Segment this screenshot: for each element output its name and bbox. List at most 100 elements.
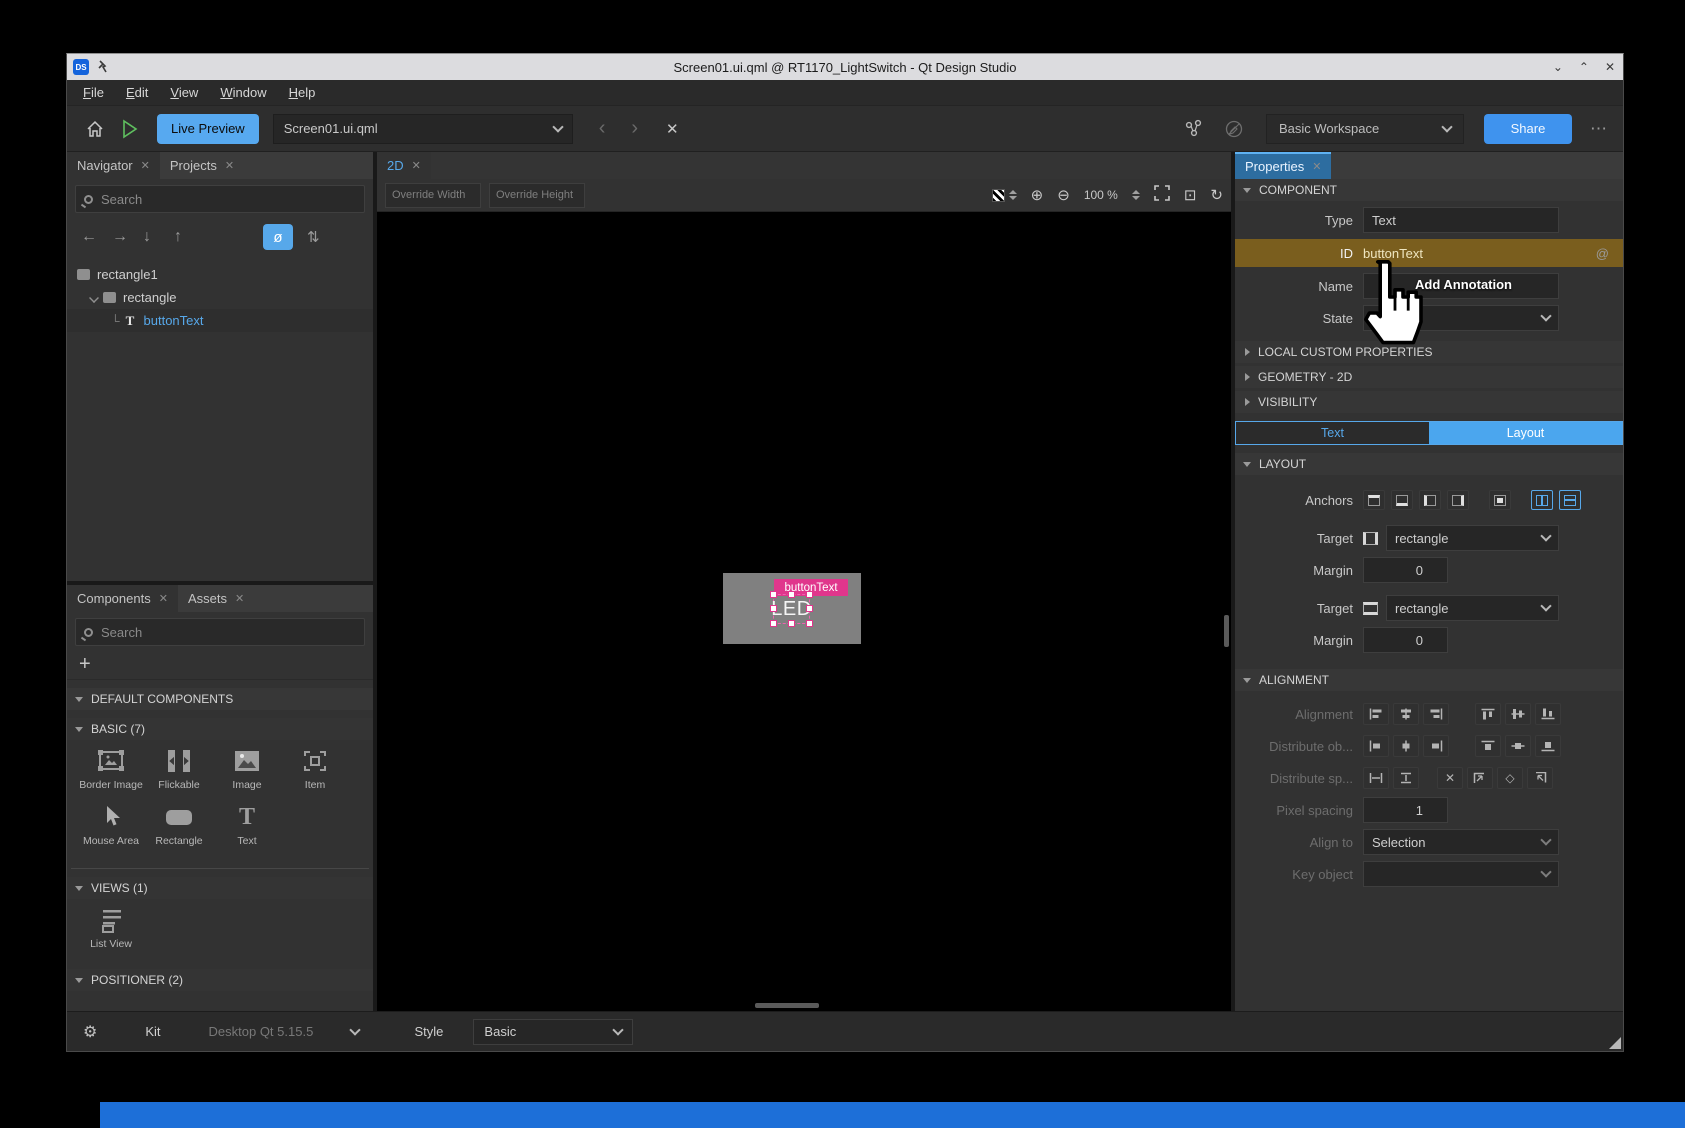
anchor-fill-button[interactable] bbox=[1489, 490, 1511, 510]
component-mouse-area[interactable]: Mouse Area bbox=[77, 802, 145, 858]
distribute-none-button[interactable]: ✕ bbox=[1437, 767, 1463, 789]
anchor-right-button[interactable] bbox=[1447, 490, 1469, 510]
resize-handle[interactable] bbox=[770, 591, 777, 598]
live-preview-button[interactable]: Live Preview bbox=[157, 114, 259, 144]
style-dropdown[interactable]: Basic bbox=[473, 1019, 633, 1045]
vertical-scrollbar[interactable] bbox=[1224, 615, 1229, 647]
distribute-spacing-v-button[interactable] bbox=[1393, 767, 1419, 789]
zoom-stepper-icon[interactable] bbox=[1132, 190, 1140, 200]
components-search[interactable] bbox=[75, 618, 365, 646]
reorder-icon[interactable]: ⇅ bbox=[307, 228, 320, 246]
anchor-horizontal-center-button[interactable] bbox=[1559, 490, 1581, 510]
zoom-out-icon[interactable]: ⊖ bbox=[1057, 186, 1070, 204]
workspace-dropdown[interactable]: Basic Workspace bbox=[1266, 114, 1464, 144]
distribute-right-button[interactable] bbox=[1423, 735, 1449, 757]
section-basic[interactable]: BASIC (7) bbox=[67, 718, 373, 740]
resize-handle[interactable] bbox=[788, 620, 795, 627]
background-color-swatch[interactable] bbox=[992, 189, 1005, 202]
align-center-h-button[interactable] bbox=[1393, 703, 1419, 725]
navigator-search[interactable] bbox=[75, 185, 365, 213]
override-height-field[interactable] bbox=[489, 183, 585, 208]
target2-dropdown[interactable]: rectangle bbox=[1386, 595, 1559, 621]
move-right-icon[interactable]: → bbox=[112, 228, 143, 246]
distribute-center-v-button[interactable] bbox=[1505, 735, 1531, 757]
horizontal-scrollbar[interactable] bbox=[755, 1003, 819, 1008]
expand-icon[interactable] bbox=[89, 293, 99, 303]
reset-view-icon[interactable]: ↻ bbox=[1210, 186, 1223, 204]
menu-file[interactable]: File bbox=[83, 85, 104, 100]
margin1-field[interactable]: 0 bbox=[1363, 557, 1448, 583]
menu-edit[interactable]: Edit bbox=[126, 85, 148, 100]
override-width-field[interactable] bbox=[385, 183, 481, 208]
component-item[interactable]: Item bbox=[281, 746, 349, 802]
section-component[interactable]: COMPONENT bbox=[1235, 179, 1623, 201]
distribute-topleft-button[interactable] bbox=[1467, 767, 1493, 789]
id-field[interactable]: buttonText bbox=[1363, 246, 1423, 261]
resize-handle[interactable] bbox=[770, 620, 777, 627]
minimize-icon[interactable]: ⌄ bbox=[1553, 60, 1563, 74]
section-alignment[interactable]: ALIGNMENT bbox=[1235, 669, 1623, 691]
zoom-in-icon[interactable]: ⊕ bbox=[1031, 186, 1044, 204]
menu-help[interactable]: Help bbox=[289, 85, 316, 100]
override-height-input[interactable] bbox=[496, 189, 578, 201]
design-canvas[interactable]: buttonText LED bbox=[377, 212, 1231, 1011]
tab-components[interactable]: Components ✕ bbox=[67, 585, 178, 612]
tree-item-rectangle1[interactable]: rectangle1 bbox=[67, 263, 373, 286]
add-module-button[interactable]: + bbox=[67, 650, 373, 680]
annotation-at-icon[interactable]: @ bbox=[1596, 246, 1609, 261]
tree-item-rectangle[interactable]: rectangle bbox=[67, 286, 373, 309]
qml-text-led[interactable]: LED bbox=[774, 595, 809, 623]
navigator-search-input[interactable] bbox=[101, 192, 356, 207]
component-image[interactable]: Image bbox=[213, 746, 281, 802]
distribute-diamond-button[interactable]: ◇ bbox=[1497, 767, 1523, 789]
close-tab-icon[interactable]: ✕ bbox=[1312, 160, 1321, 173]
close-tab-icon[interactable]: ✕ bbox=[159, 592, 168, 605]
type-field[interactable]: Text bbox=[1363, 207, 1559, 233]
section-local-custom-properties[interactable]: LOCAL CUSTOM PROPERTIES bbox=[1235, 341, 1623, 363]
swatch-stepper-icon[interactable] bbox=[1009, 190, 1017, 200]
tab-navigator[interactable]: Navigator ✕ bbox=[67, 152, 160, 179]
anchor-left-button[interactable] bbox=[1419, 490, 1441, 510]
target1-dropdown[interactable]: rectangle bbox=[1386, 525, 1559, 551]
section-layout[interactable]: LAYOUT bbox=[1235, 453, 1623, 475]
tab-assets[interactable]: Assets ✕ bbox=[178, 585, 254, 612]
align-left-button[interactable] bbox=[1363, 703, 1389, 725]
tab-layout[interactable]: Layout bbox=[1429, 422, 1622, 444]
toggle-visibility-icon[interactable]: ø bbox=[263, 224, 293, 250]
close-tab-icon[interactable]: ✕ bbox=[235, 592, 244, 605]
distribute-bottomright-button[interactable] bbox=[1527, 767, 1553, 789]
move-up-icon[interactable]: ↑ bbox=[174, 228, 205, 246]
distribute-top-button[interactable] bbox=[1475, 735, 1501, 757]
component-list-view[interactable]: List View bbox=[77, 905, 145, 961]
close-tab-icon[interactable]: ✕ bbox=[225, 159, 234, 172]
forward-icon[interactable]: › bbox=[631, 117, 638, 140]
home-icon[interactable] bbox=[85, 119, 105, 139]
resize-handle[interactable] bbox=[788, 591, 795, 598]
pixel-spacing-field[interactable]: 1 bbox=[1363, 797, 1448, 823]
section-visibility[interactable]: VISIBILITY bbox=[1235, 391, 1623, 413]
menu-view[interactable]: View bbox=[170, 85, 198, 100]
run-icon[interactable] bbox=[121, 119, 139, 139]
state-dropdown[interactable] bbox=[1363, 305, 1559, 331]
anchor-top-button[interactable] bbox=[1363, 490, 1385, 510]
section-views[interactable]: VIEWS (1) bbox=[67, 877, 373, 899]
component-border-image[interactable]: Border Image bbox=[77, 746, 145, 802]
resize-handle[interactable] bbox=[806, 620, 813, 627]
align-right-button[interactable] bbox=[1423, 703, 1449, 725]
section-default-components[interactable]: DEFAULT COMPONENTS bbox=[67, 688, 373, 710]
section-geometry-2d[interactable]: GEOMETRY - 2D bbox=[1235, 366, 1623, 388]
override-width-input[interactable] bbox=[392, 189, 474, 201]
distribute-left-button[interactable] bbox=[1363, 735, 1389, 757]
components-search-input[interactable] bbox=[101, 625, 356, 640]
zoom-level[interactable]: 100 % bbox=[1084, 188, 1118, 202]
share-button[interactable]: Share bbox=[1484, 114, 1572, 144]
distribute-bottom-button[interactable] bbox=[1535, 735, 1561, 757]
close-tab-icon[interactable]: ✕ bbox=[412, 159, 421, 172]
align-top-button[interactable] bbox=[1475, 703, 1501, 725]
zoom-selection-icon[interactable]: ⊡ bbox=[1184, 186, 1197, 204]
close-document-icon[interactable]: ✕ bbox=[666, 120, 679, 138]
more-options-icon[interactable]: ⋯ bbox=[1590, 119, 1609, 139]
key-object-dropdown[interactable] bbox=[1363, 861, 1559, 887]
anchor-bottom-button[interactable] bbox=[1391, 490, 1413, 510]
anchor-vertical-center-button[interactable] bbox=[1531, 490, 1553, 510]
